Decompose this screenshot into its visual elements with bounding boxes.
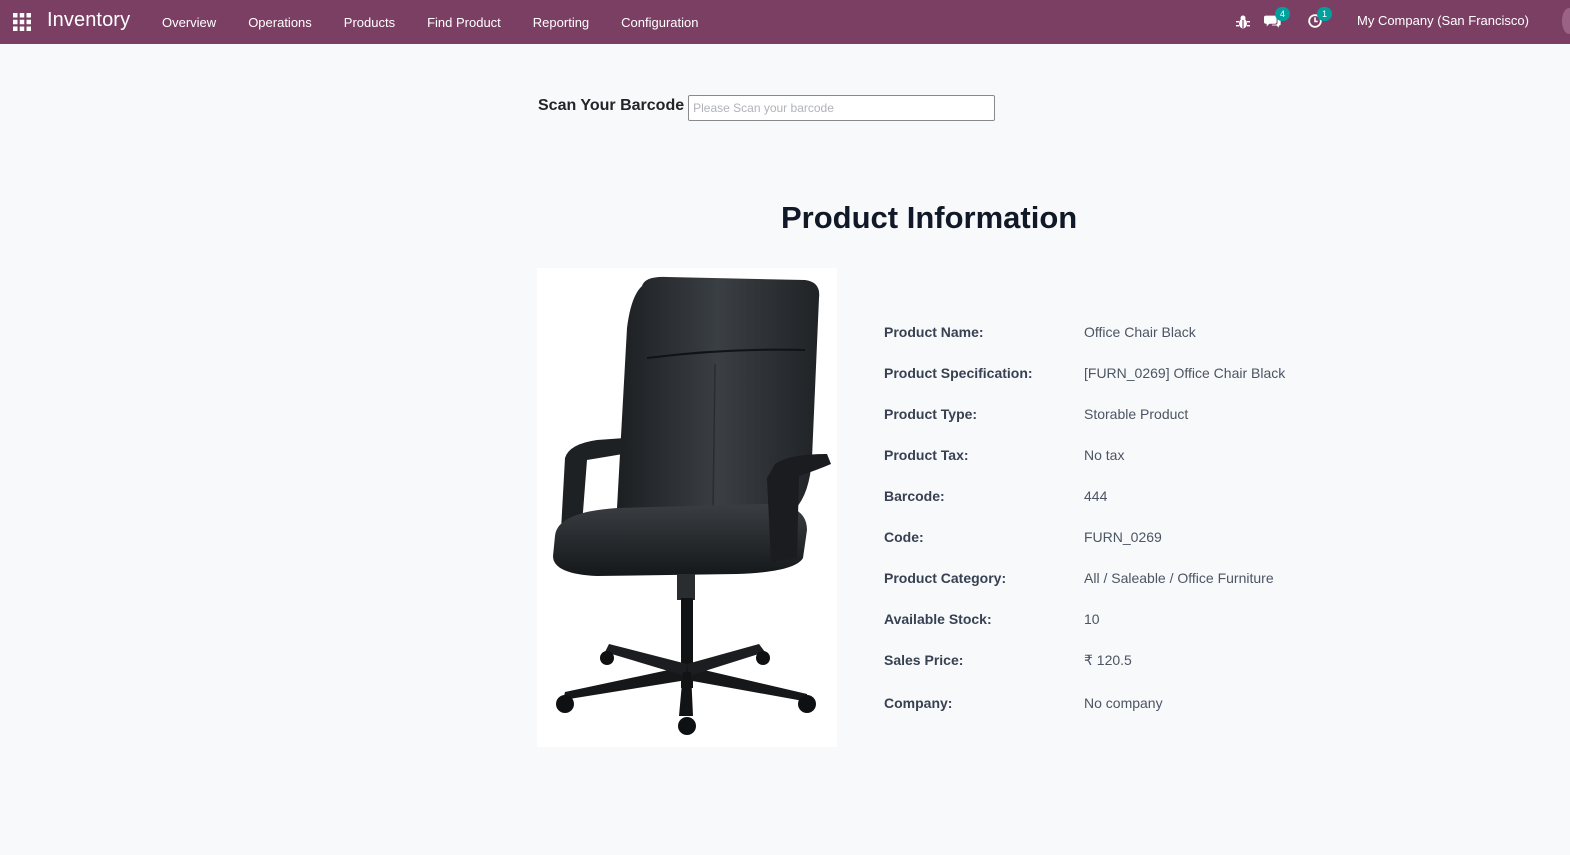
info-row-available-stock: Available Stock: 10 bbox=[884, 611, 1304, 627]
field-value: No company bbox=[1084, 695, 1163, 711]
info-row-sales-price: Sales Price: ₹ 120.5 bbox=[884, 652, 1304, 669]
field-label: Product Name: bbox=[884, 324, 984, 340]
barcode-scan-row: Scan Your Barcode bbox=[538, 95, 996, 121]
field-label: Barcode: bbox=[884, 488, 945, 504]
field-value: All / Saleable / Office Furniture bbox=[1084, 570, 1274, 586]
info-row-code: Code: FURN_0269 bbox=[884, 529, 1304, 545]
info-row-product-type: Product Type: Storable Product bbox=[884, 406, 1304, 422]
info-row-product-category: Product Category: All / Saleable / Offic… bbox=[884, 570, 1304, 586]
activities-badge: 1 bbox=[1317, 7, 1332, 21]
info-row-product-tax: Product Tax: No tax bbox=[884, 447, 1304, 463]
field-label: Available Stock: bbox=[884, 611, 992, 627]
field-value: FURN_0269 bbox=[1084, 529, 1162, 545]
company-switcher[interactable]: My Company (San Francisco) bbox=[1357, 13, 1529, 28]
field-value: 10 bbox=[1084, 611, 1100, 627]
bug-icon[interactable] bbox=[1233, 12, 1253, 32]
info-row-product-name: Product Name: Office Chair Black bbox=[884, 324, 1304, 340]
activities-button[interactable]: 1 bbox=[1306, 7, 1332, 32]
field-value: [FURN_0269] Office Chair Black bbox=[1084, 365, 1286, 381]
field-value: ₹ 120.5 bbox=[1084, 652, 1132, 668]
main-menu: Overview Operations Products Find Produc… bbox=[146, 0, 715, 44]
top-navbar: Inventory Overview Operations Products F… bbox=[0, 0, 1570, 44]
scan-label: Scan Your Barcode bbox=[538, 97, 685, 114]
field-value: Storable Product bbox=[1084, 406, 1189, 422]
field-label: Sales Price: bbox=[884, 652, 964, 668]
info-row-company: Company: No company bbox=[884, 695, 1304, 711]
info-row-barcode: Barcode: 444 bbox=[884, 488, 1304, 504]
messages-badge: 4 bbox=[1275, 7, 1290, 21]
messages-button[interactable]: 4 bbox=[1264, 7, 1290, 32]
user-avatar[interactable] bbox=[1562, 8, 1570, 34]
menu-operations[interactable]: Operations bbox=[232, 0, 328, 44]
page-title: Product Information bbox=[781, 200, 1078, 235]
field-label: Product Specification: bbox=[884, 365, 1033, 381]
barcode-input[interactable] bbox=[688, 95, 996, 121]
menu-configuration[interactable]: Configuration bbox=[605, 0, 714, 44]
field-label: Code: bbox=[884, 529, 924, 545]
office-chair-image bbox=[553, 276, 831, 735]
field-label: Product Tax: bbox=[884, 447, 969, 463]
product-image bbox=[537, 268, 837, 747]
field-value: No tax bbox=[1084, 447, 1125, 463]
menu-reporting[interactable]: Reporting bbox=[517, 0, 605, 44]
field-label: Product Type: bbox=[884, 406, 978, 422]
menu-products[interactable]: Products bbox=[328, 0, 411, 44]
field-value: Office Chair Black bbox=[1084, 324, 1196, 340]
field-label: Company: bbox=[884, 695, 953, 711]
field-value: 444 bbox=[1084, 488, 1108, 504]
menu-find-product[interactable]: Find Product bbox=[411, 0, 517, 44]
field-label: Product Category: bbox=[884, 570, 1007, 586]
apps-grid-icon[interactable] bbox=[13, 13, 31, 31]
info-row-product-specification: Product Specification: [FURN_0269] Offic… bbox=[884, 365, 1304, 381]
menu-overview[interactable]: Overview bbox=[146, 0, 232, 44]
app-title[interactable]: Inventory bbox=[47, 9, 130, 32]
